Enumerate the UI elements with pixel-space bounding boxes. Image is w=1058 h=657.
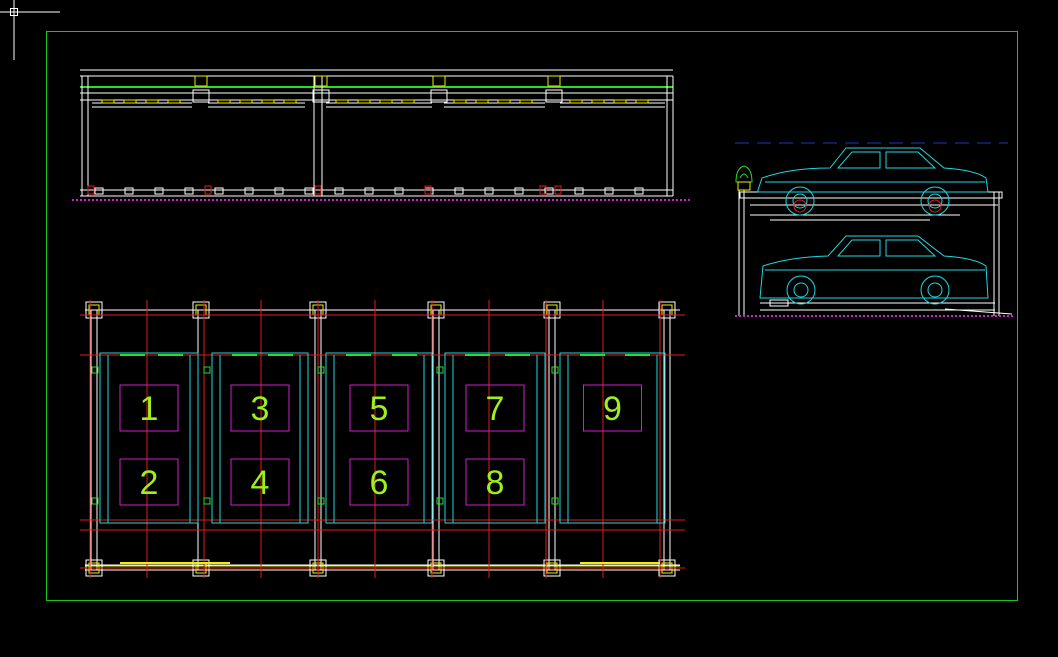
pallet-rib	[591, 99, 605, 104]
pallet-outline	[559, 352, 666, 524]
base-block	[274, 187, 284, 195]
crosshair-icon	[0, 0, 60, 60]
pallet-rib	[123, 99, 137, 104]
pallet-rib	[497, 99, 511, 104]
slot-number-bottom: 4	[251, 464, 270, 502]
tree-icon	[735, 165, 753, 191]
base-block	[454, 187, 464, 195]
pallet-rib	[335, 99, 349, 104]
base-block	[394, 187, 404, 195]
pallet-rib	[239, 99, 253, 104]
base-block	[304, 187, 314, 195]
side-marker	[436, 497, 444, 505]
base-block	[124, 187, 134, 195]
base-block	[214, 187, 224, 195]
base-block	[184, 187, 194, 195]
slot-number-bottom: 6	[370, 464, 389, 502]
pallet-rib	[167, 99, 181, 104]
slot-number-top: 9	[603, 390, 622, 428]
hanger	[432, 75, 446, 87]
base-block	[604, 187, 614, 195]
slot-number-bottom: 2	[140, 464, 159, 502]
pallet-rib	[453, 99, 467, 104]
pallet-rib	[475, 99, 489, 104]
pallet-rib	[613, 99, 627, 104]
side-marker	[203, 497, 211, 505]
slot-number-top: 3	[251, 390, 270, 428]
base-block	[154, 187, 164, 195]
pallet-rib	[569, 99, 583, 104]
pallet-rib	[217, 99, 231, 104]
hanger	[194, 75, 208, 87]
slot-number-bottom: 8	[486, 464, 505, 502]
lift-frame	[738, 190, 1003, 316]
base-block	[514, 187, 524, 195]
slot-number-top: 7	[486, 390, 505, 428]
pallet-rib	[283, 99, 297, 104]
hanger	[547, 75, 561, 87]
side-marker	[436, 366, 444, 374]
hanger	[314, 75, 328, 87]
base-block	[484, 187, 494, 195]
lift-actuators	[769, 199, 942, 307]
base-block	[634, 187, 644, 195]
slot-number-top: 1	[140, 390, 159, 428]
base-block	[244, 187, 254, 195]
base-block	[334, 187, 344, 195]
pallet-rib	[635, 99, 649, 104]
base-block	[364, 187, 374, 195]
pallet-rib	[101, 99, 115, 104]
base-block	[424, 187, 434, 195]
pallet-rib	[519, 99, 533, 104]
slot-number-top: 5	[370, 390, 389, 428]
front-elevation-view	[72, 69, 690, 201]
lower-car-icon	[759, 235, 989, 305]
side-elevation-view	[735, 142, 1015, 317]
side-marker	[203, 366, 211, 374]
pallet-rib	[145, 99, 159, 104]
pallet-rib	[261, 99, 275, 104]
pallet-rib	[379, 99, 393, 104]
pallet-rib	[401, 99, 415, 104]
base-block	[94, 187, 104, 195]
plan-view: 1 2 3 4 5 6 7 8 9	[80, 300, 685, 578]
base-block	[574, 187, 584, 195]
pallet-rib	[357, 99, 371, 104]
cad-drawing-canvas[interactable]: 1 2 3 4 5 6 7 8 9	[0, 0, 1058, 657]
